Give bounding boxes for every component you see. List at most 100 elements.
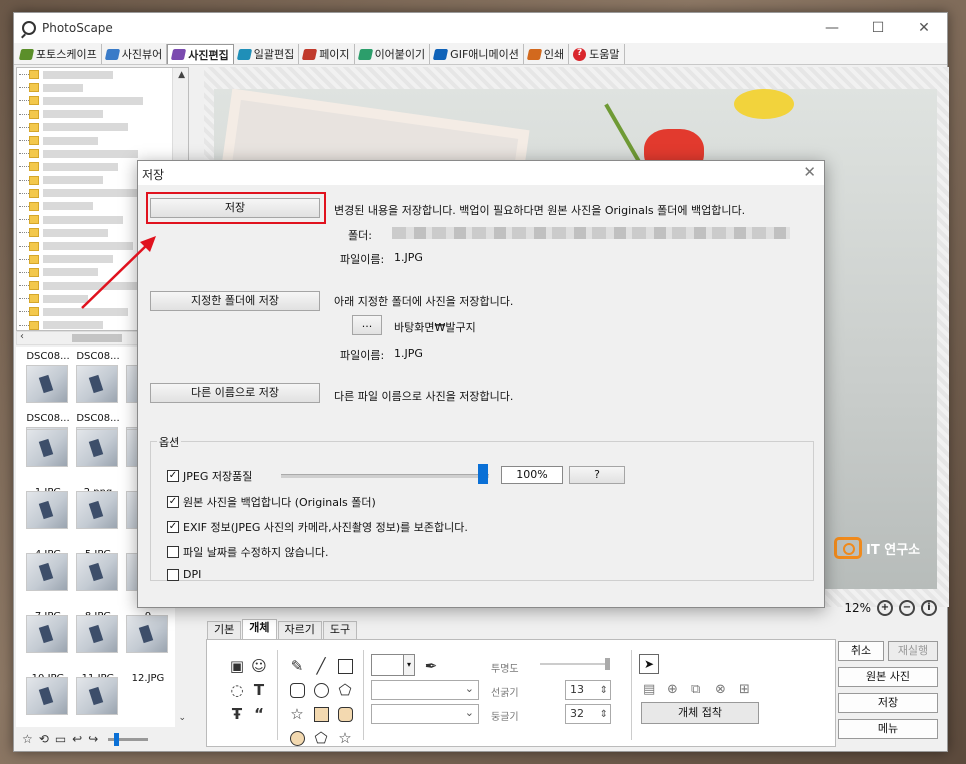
- tab-viewer[interactable]: 사진뷰어: [102, 44, 168, 64]
- zoom-out-icon[interactable]: −: [899, 600, 915, 616]
- save-to-folder-button[interactable]: 지정한 폴더에 저장: [150, 291, 320, 311]
- style-combo-2[interactable]: [371, 704, 479, 724]
- maximize-button[interactable]: ☐: [855, 13, 901, 43]
- color-dropdown[interactable]: ▾: [403, 654, 415, 676]
- rounded-rect-icon[interactable]: [287, 680, 307, 700]
- redo-arrow-icon[interactable]: ↪: [88, 732, 98, 746]
- original-photo-button[interactable]: 원본 사진: [838, 667, 938, 687]
- menu-button[interactable]: 메뉴: [838, 719, 938, 739]
- object-op-icon-2[interactable]: ⊕: [667, 682, 678, 697]
- cancel-button[interactable]: 취소: [838, 641, 884, 661]
- tree-item[interactable]: [17, 108, 188, 121]
- text-box-icon[interactable]: Ŧ: [227, 704, 247, 724]
- object-op-icon-1[interactable]: ▤: [643, 682, 655, 697]
- tab-print[interactable]: 인쇄: [524, 44, 570, 64]
- save-button[interactable]: 저장: [150, 198, 320, 218]
- info-icon[interactable]: i: [921, 600, 937, 616]
- thumbnail-item[interactable]: 14.JPG: [74, 677, 122, 727]
- object-op-icon-5[interactable]: ⊞: [739, 682, 750, 697]
- opacity-slider[interactable]: [540, 658, 610, 670]
- tab-page[interactable]: 페이지: [299, 44, 355, 64]
- tree-item[interactable]: [17, 81, 188, 94]
- thumbnail-item[interactable]: DSC08...: [74, 347, 122, 409]
- line-icon[interactable]: ╱: [311, 656, 331, 676]
- thumbnail-item[interactable]: 7.JPG: [24, 553, 72, 622]
- tree-item[interactable]: [17, 121, 188, 134]
- object-op-icon-4[interactable]: ⊗: [715, 682, 726, 697]
- thumbnail-item[interactable]: DSC08...: [24, 347, 72, 409]
- rotate-icon[interactable]: ⟲: [39, 732, 49, 746]
- emoji-icon[interactable]: ☺: [249, 656, 269, 676]
- tree-item[interactable]: [17, 147, 188, 160]
- tab-gif[interactable]: GIF애니메이션: [430, 44, 524, 64]
- thumbnail-item[interactable]: 1.JPG: [24, 429, 72, 498]
- dpi-checkbox[interactable]: [167, 568, 179, 581]
- tab-editor[interactable]: 사진편집: [167, 44, 234, 64]
- minimize-button[interactable]: —: [809, 13, 855, 43]
- thumbnail-item[interactable]: 8.JPG: [74, 553, 122, 622]
- object-op-icon-3[interactable]: ⧉: [691, 682, 700, 697]
- tree-item[interactable]: [17, 68, 188, 81]
- jpeg-quality-slider-thumb[interactable]: [478, 464, 488, 484]
- filled-pentagon-icon[interactable]: ⬠: [311, 728, 331, 748]
- roundness-spinner[interactable]: 32: [565, 704, 611, 724]
- redo-button[interactable]: 재실행: [888, 641, 938, 661]
- quote-icon[interactable]: “: [249, 704, 269, 724]
- tree-item[interactable]: [17, 94, 188, 107]
- star-shape-icon[interactable]: ☆: [287, 704, 307, 724]
- close-button[interactable]: ✕: [901, 13, 947, 43]
- thumbnail-item[interactable]: 4.JPG: [24, 491, 72, 560]
- tree-item[interactable]: [17, 134, 188, 147]
- thumbnail-item[interactable]: 10.JPG: [24, 615, 72, 684]
- tab-combine[interactable]: 이어붙이기: [355, 44, 431, 64]
- thumbnail-size-slider[interactable]: [108, 732, 149, 746]
- filled-circle-icon[interactable]: [287, 728, 307, 748]
- tab-batch[interactable]: 일괄편집: [234, 44, 300, 64]
- exif-checkbox[interactable]: ✓: [167, 521, 179, 533]
- star-icon[interactable]: ☆: [22, 732, 33, 746]
- browse-folder-button[interactable]: ...: [352, 315, 382, 335]
- scroll-left-icon[interactable]: ‹: [20, 331, 24, 342]
- thumbnail-item[interactable]: 12.JPG: [124, 615, 172, 684]
- style-combo-1[interactable]: [371, 680, 479, 700]
- options-group: 옵션 ✓ JPEG 저장품질 100% ? ✓ 원본 사진을 백업합니다 (Or…: [150, 434, 814, 581]
- brush-icon[interactable]: ✎: [287, 656, 307, 676]
- image-icon[interactable]: ▣: [227, 656, 247, 676]
- thumbnail-item[interactable]: 11.JPG: [74, 615, 122, 684]
- quality-help-button[interactable]: ?: [569, 466, 625, 484]
- dialog-close-icon[interactable]: ✕: [803, 163, 816, 181]
- outline-star-icon[interactable]: ☆: [335, 728, 355, 748]
- tab-tools[interactable]: 도구: [322, 621, 358, 639]
- save-main-button[interactable]: 저장: [838, 693, 938, 713]
- backup-checkbox[interactable]: ✓: [167, 496, 179, 508]
- zoom-in-icon[interactable]: +: [877, 600, 893, 616]
- jpeg-quality-slider[interactable]: [281, 474, 489, 478]
- object-attach-button[interactable]: 개체 접착: [641, 702, 759, 724]
- scroll-up-icon[interactable]: ▲: [178, 70, 185, 80]
- text-icon[interactable]: T: [249, 680, 269, 700]
- rectangle-icon[interactable]: [335, 656, 355, 676]
- thumbnail-item[interactable]: 5.JPG: [74, 491, 122, 560]
- filled-rounded-icon[interactable]: [335, 704, 355, 724]
- keep-date-checkbox[interactable]: [167, 546, 179, 558]
- tab-help[interactable]: ? 도움말: [569, 44, 625, 64]
- pentagon-icon[interactable]: ⬠: [335, 680, 355, 700]
- undo-arrow-icon[interactable]: ↩: [72, 732, 82, 746]
- eyedropper-icon[interactable]: ✒: [421, 656, 441, 676]
- scroll-thumb[interactable]: [72, 334, 122, 342]
- filled-rect-icon[interactable]: [311, 704, 331, 724]
- tab-object[interactable]: 개체: [242, 619, 277, 639]
- save-as-button[interactable]: 다른 이름으로 저장: [150, 383, 320, 403]
- select-cursor-icon[interactable]: ➤: [639, 654, 659, 674]
- folder-icon[interactable]: ▭: [55, 732, 66, 746]
- tab-photoscape[interactable]: 포토스케이프: [16, 44, 102, 64]
- line-width-spinner[interactable]: 13: [565, 680, 611, 700]
- circle-icon[interactable]: [311, 680, 331, 700]
- tab-crop[interactable]: 자르기: [277, 621, 322, 639]
- scroll-down-icon[interactable]: ⌄: [178, 713, 186, 723]
- jpeg-quality-checkbox[interactable]: ✓: [167, 470, 179, 482]
- thumbnail-item[interactable]: 2.png: [74, 429, 122, 498]
- speech-bubble-icon[interactable]: ◌: [227, 680, 247, 700]
- tab-basic[interactable]: 기본: [207, 621, 242, 639]
- thumbnail-item[interactable]: 13.JPG: [24, 677, 72, 727]
